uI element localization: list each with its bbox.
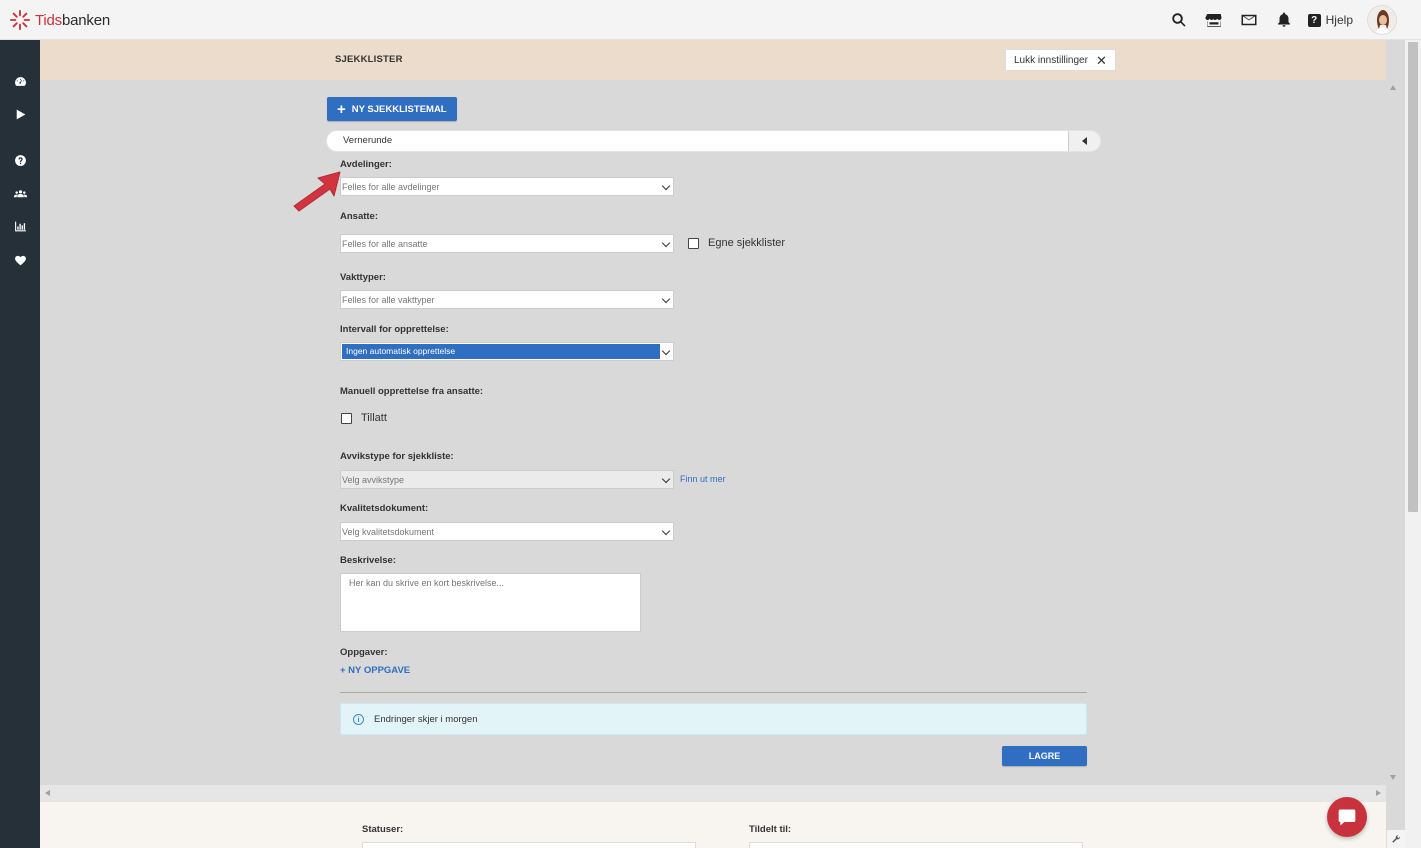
chevron-down-icon bbox=[661, 181, 671, 191]
question-icon[interactable] bbox=[12, 152, 28, 168]
deviation-type-label: Avvikstype for sjekkliste: bbox=[340, 451, 454, 462]
logo-text: Tidsbanken bbox=[35, 11, 110, 29]
manual-creation-label: Manuell opprettelse fra ansatte: bbox=[340, 386, 484, 397]
annotation-arrow-icon bbox=[293, 171, 341, 212]
info-icon: i bbox=[353, 713, 364, 725]
departments-value: Felles for alle avdelinger bbox=[342, 181, 440, 192]
help-icon: ? bbox=[1307, 13, 1321, 27]
allowed-checkbox[interactable]: Tillatt bbox=[341, 412, 387, 424]
page-scrollbar[interactable] bbox=[1405, 40, 1421, 848]
own-checklists-label: Egne sjekklister bbox=[708, 237, 786, 249]
store-icon[interactable] bbox=[1203, 9, 1225, 31]
chevron-down-icon bbox=[661, 526, 671, 536]
departments-label: Avdelinger: bbox=[340, 159, 392, 170]
page-scrollbar-thumb[interactable] bbox=[1408, 42, 1418, 512]
employees-select[interactable]: Felles for alle ansatte bbox=[340, 234, 674, 253]
scroll-down-icon[interactable] bbox=[1390, 775, 1396, 780]
shift-types-select[interactable]: Felles for alle vakttyper bbox=[340, 290, 674, 309]
chart-icon[interactable] bbox=[12, 218, 28, 234]
shift-types-label: Vakttyper: bbox=[340, 272, 386, 283]
template-name: Vernerunde bbox=[343, 135, 393, 146]
scroll-up-icon[interactable] bbox=[1390, 85, 1396, 90]
quality-document-value: Velg kvalitetsdokument bbox=[342, 526, 435, 537]
search-icon[interactable] bbox=[1168, 9, 1190, 31]
assigned-to-label: Tildelt til: bbox=[749, 824, 792, 835]
checkbox-box[interactable] bbox=[341, 412, 352, 424]
logo[interactable]: Tidsbanken bbox=[9, 9, 110, 31]
new-checklist-template-button[interactable]: + NY SJEKKLISTEMAL bbox=[327, 97, 457, 121]
top-actions: ? Hjelp bbox=[1168, 0, 1421, 40]
avatar[interactable] bbox=[1367, 5, 1397, 35]
close-settings-button[interactable]: Lukk innstillinger ✕ bbox=[1005, 49, 1116, 71]
interval-value: Ingen automatisk opprettelse bbox=[342, 344, 660, 359]
divider bbox=[340, 692, 1087, 693]
bell-icon[interactable] bbox=[1273, 9, 1295, 31]
panel-vertical-scrollbar[interactable] bbox=[1386, 80, 1401, 785]
save-button[interactable]: LAGRE bbox=[1002, 746, 1087, 766]
bottom-section: Statuser: Tildelt til: bbox=[40, 802, 1386, 848]
collapse-toggle[interactable] bbox=[1068, 131, 1100, 151]
statuses-field[interactable] bbox=[362, 842, 696, 848]
chevron-down-icon bbox=[661, 346, 671, 356]
departments-select[interactable]: Felles for alle avdelinger bbox=[340, 177, 674, 196]
shift-types-value: Felles for alle vakttyper bbox=[342, 294, 435, 305]
heart-icon[interactable] bbox=[12, 252, 28, 268]
template-name-field[interactable]: Vernerunde bbox=[327, 131, 1100, 151]
chevron-down-icon bbox=[661, 238, 671, 248]
employees-value: Felles for alle ansatte bbox=[342, 238, 428, 249]
interval-select[interactable]: Ingen automatisk opprettelse bbox=[340, 342, 674, 361]
help-label: Hjelp bbox=[1325, 13, 1353, 27]
sidebar bbox=[0, 40, 40, 848]
learn-more-link[interactable]: Finn ut mer bbox=[680, 474, 726, 484]
plus-icon: + bbox=[337, 100, 346, 118]
allowed-label: Tillatt bbox=[361, 412, 387, 424]
employees-label: Ansatte: bbox=[340, 211, 379, 222]
description-textarea[interactable]: Her kan du skrive en kort beskrivelse... bbox=[340, 573, 641, 632]
new-task-button[interactable]: + NY OPPGAVE bbox=[340, 665, 410, 676]
quality-document-select[interactable]: Velg kvalitetsdokument bbox=[340, 522, 674, 541]
description-label: Beskrivelse: bbox=[340, 555, 396, 566]
caret-left-icon bbox=[1082, 137, 1087, 145]
info-notice: i Endringer skjer i morgen bbox=[340, 703, 1087, 735]
mail-icon[interactable] bbox=[1238, 9, 1260, 31]
settings-header: SJEKKLISTER Lukk innstillinger ✕ bbox=[40, 40, 1386, 80]
info-text: Endringer skjer i morgen bbox=[374, 713, 478, 725]
chat-bubble-icon bbox=[1338, 809, 1356, 826]
checkbox-box[interactable] bbox=[688, 237, 699, 249]
play-icon[interactable] bbox=[12, 106, 28, 122]
chat-button[interactable] bbox=[1327, 797, 1367, 837]
users-icon[interactable] bbox=[12, 185, 28, 201]
scroll-right-icon[interactable] bbox=[1376, 790, 1381, 796]
chevron-down-icon bbox=[661, 474, 671, 484]
dashboard-icon[interactable] bbox=[12, 73, 28, 89]
close-settings-label: Lukk innstillinger bbox=[1014, 54, 1088, 66]
chevron-down-icon bbox=[661, 294, 671, 304]
new-checklist-template-label: NY SJEKKLISTEMAL bbox=[351, 103, 447, 115]
quality-document-label: Kvalitetsdokument: bbox=[340, 503, 429, 514]
tasks-label: Oppgaver: bbox=[340, 647, 388, 658]
interval-label: Intervall for opprettelse: bbox=[340, 324, 449, 335]
checklist-template-form: + NY SJEKKLISTEMAL Vernerunde Avdelinger… bbox=[40, 80, 1386, 785]
deviation-type-select[interactable]: Velg avvikstype bbox=[340, 470, 674, 489]
help-button[interactable]: ? Hjelp bbox=[1307, 13, 1353, 27]
statuses-label: Statuser: bbox=[362, 824, 404, 835]
panel-horizontal-scrollbar[interactable] bbox=[40, 785, 1386, 802]
wrench-icon[interactable] bbox=[1386, 830, 1405, 848]
own-checklists-checkbox[interactable]: Egne sjekklister bbox=[688, 237, 785, 249]
logo-burst-icon bbox=[9, 9, 31, 31]
page-title: SJEKKLISTER bbox=[335, 54, 403, 65]
close-icon: ✕ bbox=[1095, 52, 1107, 68]
top-bar: Tidsbanken ? Hjelp bbox=[0, 0, 1421, 40]
assigned-to-field[interactable] bbox=[749, 842, 1083, 848]
scroll-left-icon[interactable] bbox=[45, 790, 50, 796]
deviation-type-value: Velg avvikstype bbox=[342, 474, 405, 485]
